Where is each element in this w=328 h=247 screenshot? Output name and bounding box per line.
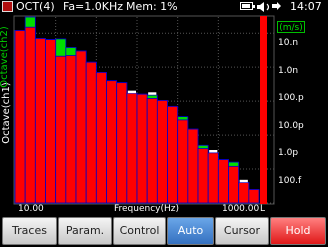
control-button[interactable]: Control: [113, 217, 166, 245]
peak-mark: [127, 90, 136, 94]
y-tick-label: 10.0p: [278, 121, 304, 131]
ch1-bar: [167, 105, 179, 204]
ch1-bar: [55, 55, 67, 204]
status-bar: OCT(4) Fa=1.0KHz Mem: 1% 14:07: [0, 0, 328, 14]
x-axis: 10.00 Frequency(Hz) 1000.00 L: [12, 204, 274, 215]
y-axis-label-ch2: Octave(ch2): [0, 26, 10, 88]
param-button[interactable]: Param.: [58, 217, 112, 245]
ch1-bar: [85, 61, 97, 204]
ch1-bar: [187, 128, 199, 204]
ch1-bar: [136, 93, 148, 204]
spectrum-plot[interactable]: Octave(ch1) Octave(ch2) (m/s) 10.n 1.0n …: [0, 14, 328, 215]
hold-button[interactable]: Hold: [270, 217, 326, 245]
x-end-label: 1000.00: [222, 204, 260, 214]
memory-label: Mem: 1%: [126, 0, 178, 13]
speaker-icon: [257, 2, 281, 12]
arrow-icon: [272, 2, 281, 10]
x-suffix-label: L: [260, 204, 266, 214]
auto-button[interactable]: Auto: [167, 217, 214, 245]
sample-rate-label: Fa=1.0KHz: [63, 0, 124, 13]
ch1-bar: [106, 80, 118, 204]
ch1-bar: [116, 82, 128, 204]
x-start-label: 10.00: [18, 204, 44, 214]
ch1-bar: [197, 148, 209, 204]
y-tick-label: 1.0p: [278, 148, 299, 158]
clock: 14:07: [290, 0, 322, 13]
ch1-bar: [24, 26, 36, 204]
y-tick-label: 10.n: [278, 38, 299, 48]
ch1-bar: [126, 92, 138, 204]
ch1-bar: [146, 98, 158, 204]
traces-button[interactable]: Traces: [2, 217, 57, 245]
peak-mark: [239, 179, 248, 183]
unit-label: (m/s): [277, 21, 305, 33]
ch1-bar: [248, 189, 260, 204]
cursor-bar: [260, 16, 267, 204]
ch1-bar: [34, 38, 46, 204]
y-tick-label: 100.p: [278, 93, 304, 103]
x-axis-label: Frequency(Hz): [114, 204, 180, 214]
ch1-bar: [228, 165, 240, 204]
y-tick-label: 1.0n: [278, 66, 299, 76]
ch1-bar: [65, 55, 77, 204]
ch1-bar: [238, 182, 250, 204]
ch1-bar: [156, 100, 168, 204]
ch1-bar: [45, 39, 57, 204]
cursor-button[interactable]: Cursor: [215, 217, 269, 245]
mode-label: OCT(4): [16, 0, 55, 13]
ch1-bar: [177, 119, 189, 204]
ch1-bar: [207, 152, 219, 204]
battery-icon: [240, 2, 255, 10]
peak-mark: [148, 92, 157, 95]
y-tick-label: 100.f: [278, 176, 302, 186]
ch1-bar: [14, 30, 26, 204]
peak-mark: [209, 149, 218, 153]
ch1-bar: [75, 50, 87, 204]
ch1-bar: [217, 159, 229, 204]
analyzer-screen: OCT(4) Fa=1.0KHz Mem: 1% 14:07 Octave(ch…: [0, 0, 328, 247]
softkey-bar: Traces Param. Control Auto Cursor Hold: [0, 217, 328, 247]
ch1-bar: [95, 72, 107, 204]
